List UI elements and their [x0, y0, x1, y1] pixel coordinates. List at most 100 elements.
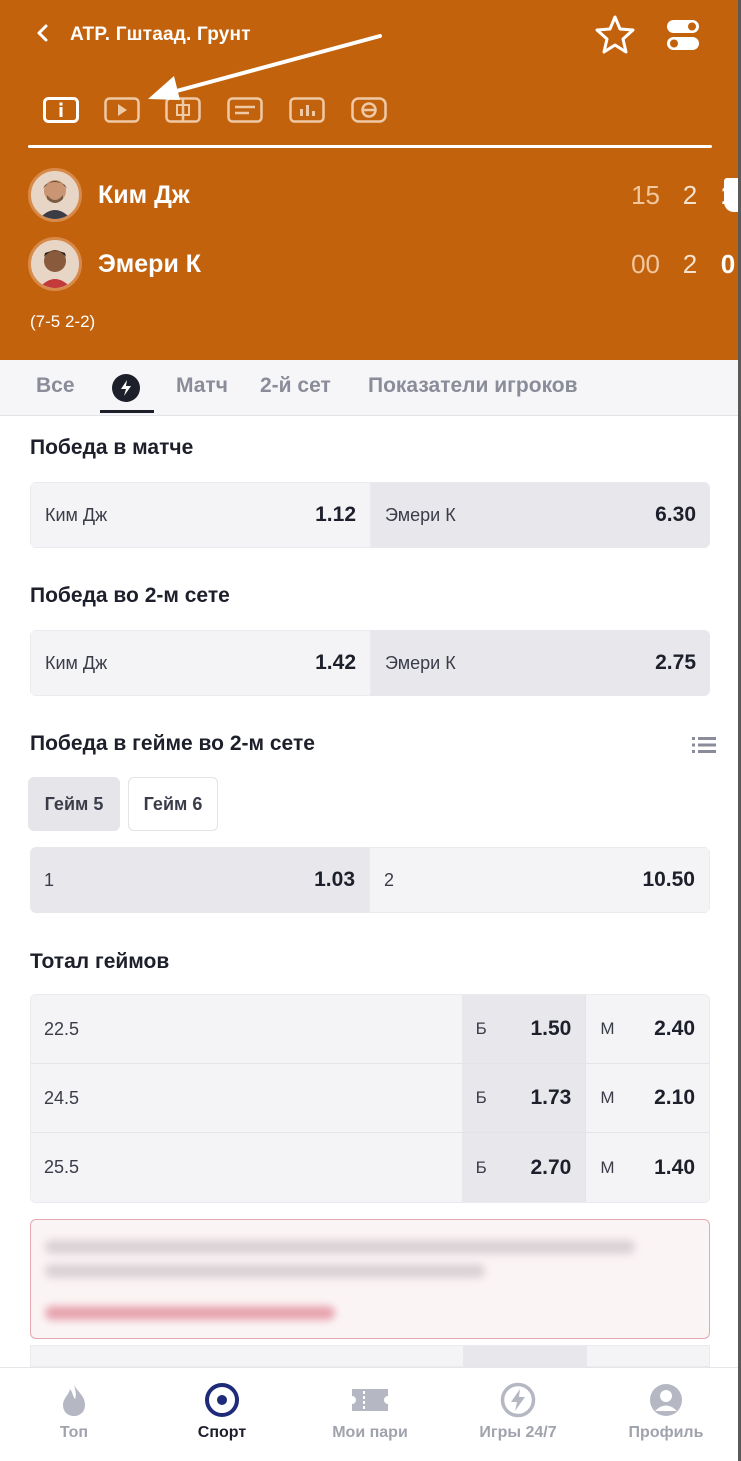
player-avatar — [28, 168, 82, 222]
over-label: Б — [475, 1157, 487, 1177]
table-row — [30, 1345, 710, 1368]
target-icon — [202, 1382, 242, 1418]
odd-value: 10.50 — [642, 868, 695, 891]
stats-icon[interactable] — [287, 92, 327, 128]
odds-row: 1 1.03 2 10.50 — [30, 847, 710, 913]
nav-profile[interactable]: Профиль — [592, 1368, 740, 1461]
player-points: 15 — [631, 179, 660, 210]
player-avatar — [28, 237, 82, 291]
section-title: Победа во 2-м сете — [30, 584, 230, 607]
set-scores: (7-5 2-2) — [30, 312, 96, 331]
video-icon[interactable] — [102, 92, 142, 128]
odd-value: 6.30 — [655, 503, 696, 526]
odds-cell[interactable]: Ким Дж 1.42 — [30, 630, 371, 696]
over-odds-cell[interactable]: Б 2.70 — [461, 1133, 586, 1202]
tab-live[interactable] — [112, 374, 140, 402]
blurred-text-line — [45, 1264, 485, 1278]
blurred-text-line — [45, 1240, 635, 1254]
odds-cell[interactable]: Ким Дж 1.12 — [30, 482, 371, 548]
nav-sport[interactable]: Спорт — [148, 1368, 296, 1461]
outcome-label: Эмери К — [385, 652, 456, 673]
settings-toggle-icon[interactable] — [664, 16, 702, 54]
tab-all[interactable]: Все — [36, 374, 75, 398]
table-row: 22.5 Б 1.50 М 2.40 — [31, 995, 709, 1064]
odd-value: 1.42 — [315, 651, 356, 674]
bolt-icon — [498, 1382, 538, 1418]
nav-label: Профиль — [628, 1424, 704, 1441]
player-sets: 0 — [720, 248, 736, 279]
tab-player-stats[interactable]: Показатели игроков — [368, 374, 578, 398]
outcome-label: Ким Дж — [45, 652, 108, 673]
total-line: 22.5 — [31, 995, 462, 1063]
under-odds-cell[interactable]: М 2.10 — [585, 1064, 709, 1132]
odds-cell[interactable]: Эмери К 6.30 — [371, 482, 710, 548]
favorite-star-icon[interactable] — [594, 14, 636, 54]
over-odds-cell[interactable]: Б 1.73 — [461, 1064, 586, 1132]
game-5-button[interactable]: Гейм 5 — [28, 777, 120, 831]
e-icon[interactable] — [349, 92, 389, 128]
player-games: 2 — [682, 179, 698, 210]
field-icon[interactable] — [163, 92, 203, 128]
under-odds-cell[interactable]: М 2.40 — [585, 995, 709, 1063]
game-6-button[interactable]: Гейм 6 — [128, 777, 218, 831]
section-title: Тотал геймов — [30, 950, 170, 973]
over-label: Б — [475, 1019, 487, 1038]
blurred-link — [45, 1306, 335, 1320]
nav-top[interactable]: Топ — [0, 1368, 148, 1461]
flame-icon — [54, 1382, 94, 1418]
player-name: Ким Дж — [98, 180, 190, 209]
under-odds-cell[interactable]: М 1.40 — [585, 1133, 709, 1202]
profile-icon — [646, 1382, 686, 1418]
outcome-label: 2 — [384, 869, 395, 890]
market-tabs: Все Матч 2-й сет Показатели игроков — [0, 360, 741, 416]
page-title[interactable]: ATP. Гштаад. Грунт — [70, 24, 251, 46]
header-divider — [28, 145, 712, 148]
nav-label: Мои пари — [332, 1424, 408, 1441]
tab-set-2[interactable]: 2-й сет — [260, 374, 331, 398]
list-view-icon[interactable] — [692, 735, 716, 755]
info-icon[interactable] — [41, 92, 81, 128]
nav-label: Топ — [59, 1424, 89, 1441]
odd-value: 1.03 — [314, 868, 355, 891]
odds-cell[interactable]: Эмери К 2.75 — [371, 630, 710, 696]
total-games-table: 22.5 Б 1.50 М 2.40 24.5 Б 1.73 М 2.10 25… — [30, 994, 710, 1203]
bottom-nav: Топ Спорт Мои пари Игры 24/7 Профиль — [0, 1367, 741, 1461]
odd-value: 1.40 — [654, 1155, 695, 1179]
table-row: 24.5 Б 1.73 М 2.10 — [31, 1064, 709, 1133]
nav-my-bets[interactable]: Мои пари — [296, 1368, 444, 1461]
under-label: М — [600, 1019, 615, 1038]
under-label: М — [600, 1088, 615, 1107]
back-chevron-icon[interactable] — [32, 22, 54, 44]
section-title: Победа в гейме во 2-м сете — [30, 732, 315, 755]
player-name: Эмери К — [98, 249, 202, 278]
nav-label: Игры 24/7 — [479, 1424, 557, 1441]
odds-row: Ким Дж 1.12 Эмери К 6.30 — [30, 482, 710, 548]
player-row: Ким Дж 15 2 1 — [28, 167, 735, 223]
match-header: ATP. Гштаад. Грунт Ким Дж 15 2 Эмери К 0… — [0, 0, 741, 360]
odds-row: Ким Дж 1.42 Эмери К 2.75 — [30, 630, 710, 696]
total-line: 24.5 — [31, 1064, 462, 1132]
outcome-label: 1 — [44, 869, 55, 890]
odd-value: 1.12 — [315, 503, 356, 526]
over-odds-cell — [463, 1346, 587, 1368]
active-tab-indicator — [100, 410, 154, 413]
odds-cell[interactable]: 2 10.50 — [369, 847, 710, 913]
player-games: 2 — [682, 248, 698, 279]
nav-games[interactable]: Игры 24/7 — [444, 1368, 592, 1461]
total-line: 25.5 — [31, 1133, 462, 1202]
odd-value: 1.73 — [530, 1086, 572, 1109]
player-row: Эмери К 00 2 0 — [28, 236, 735, 292]
blurred-notice — [30, 1219, 710, 1339]
table-row: 25.5 Б 2.70 М 1.40 — [31, 1133, 709, 1202]
player-points: 00 — [631, 248, 660, 279]
over-label: Б — [475, 1088, 487, 1107]
over-odds-cell[interactable]: Б 1.50 — [461, 995, 586, 1063]
ticket-icon — [350, 1382, 390, 1418]
odds-cell[interactable]: 1 1.03 — [30, 847, 369, 913]
nav-label: Спорт — [197, 1424, 247, 1441]
odd-value: 1.50 — [530, 1017, 572, 1040]
scoreboard-icon[interactable] — [225, 92, 265, 128]
tab-match[interactable]: Матч — [176, 374, 228, 398]
odd-value: 2.75 — [655, 651, 696, 674]
bolt-icon — [121, 380, 131, 396]
